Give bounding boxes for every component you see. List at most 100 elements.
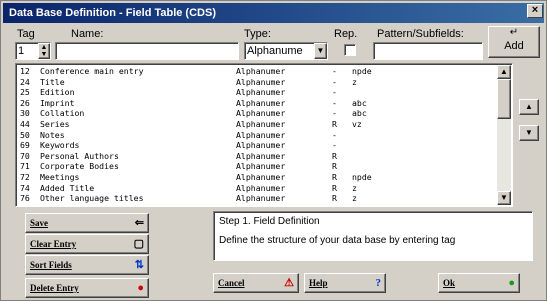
- tag-spinner[interactable]: ▲ ▼: [38, 43, 50, 59]
- table-row[interactable]: 24 Title Alphanumer - z: [18, 76, 496, 87]
- delete-icon: ●: [137, 282, 144, 294]
- list-scrollbar[interactable]: ▲ ▼: [497, 65, 511, 205]
- row-pattern: z: [352, 193, 357, 204]
- row-name: Corporate Bodies: [40, 161, 119, 172]
- row-tag: 24: [20, 76, 30, 87]
- row-rep: -: [332, 140, 337, 151]
- row-name: Personal Authors: [40, 150, 119, 161]
- page-icon: ▢: [133, 238, 144, 250]
- fields-list[interactable]: 12 Conference main entry Alphanumer - npde 24…: [15, 63, 513, 207]
- row-tag: 26: [20, 97, 30, 108]
- row-type: Alphanumer: [236, 66, 286, 76]
- ok-label: Ok: [443, 278, 456, 288]
- row-tag: 12: [20, 66, 30, 76]
- row-type: Alphanumer: [236, 161, 286, 172]
- save-button[interactable]: Save ⇐: [25, 213, 149, 233]
- row-type: Alphanumer: [236, 193, 286, 204]
- add-button[interactable]: ↵ Add: [488, 26, 540, 58]
- row-pattern: z: [352, 182, 357, 193]
- table-row[interactable]: 71 Corporate Bodies Alphanumer R: [18, 162, 496, 171]
- close-icon[interactable]: ×: [527, 4, 543, 18]
- warning-icon: ⚠: [284, 277, 294, 289]
- table-row[interactable]: 50 Notes Alphanumer -: [18, 129, 496, 140]
- ok-button[interactable]: Ok ●: [438, 273, 520, 293]
- move-down-button[interactable]: ▼: [519, 125, 539, 141]
- name-input[interactable]: [55, 42, 239, 60]
- table-row[interactable]: 72 Meetings Alphanumer Rnpde: [18, 173, 496, 182]
- row-name: Notes: [40, 129, 65, 140]
- table-row[interactable]: 30 Collation Alphanumer - abc: [18, 109, 496, 118]
- table-row[interactable]: 44 Series Alphanumer Rvz: [18, 120, 496, 129]
- tag-label: Tag: [17, 28, 35, 40]
- row-pattern: vz: [352, 119, 362, 129]
- clear-entry-button[interactable]: Clear Entry ▢: [25, 234, 149, 254]
- row-tag: 50: [20, 129, 30, 140]
- rep-checkbox[interactable]: [344, 44, 356, 56]
- help-label: Help: [309, 278, 328, 288]
- chevron-down-icon[interactable]: ▼: [314, 43, 327, 59]
- row-tag: 25: [20, 87, 30, 98]
- move-up-button[interactable]: ▲: [519, 99, 539, 115]
- pattern-label: Pattern/Subfields:: [377, 28, 464, 40]
- type-select-value: Alphanume: [247, 45, 303, 57]
- type-select[interactable]: Alphanume ▼: [244, 42, 328, 60]
- table-row[interactable]: 26 Imprint Alphanumer - abc: [18, 97, 496, 108]
- delete-entry-label: Delete Entry: [30, 283, 79, 293]
- row-rep: -: [332, 97, 337, 108]
- row-rep: -: [332, 87, 337, 98]
- row-rep: -: [332, 108, 337, 119]
- row-type: Alphanumer: [236, 87, 286, 98]
- sort-icon: ⇅: [134, 259, 144, 271]
- sort-fields-button[interactable]: Sort Fields ⇅: [25, 255, 149, 275]
- scroll-thumb[interactable]: [497, 79, 511, 119]
- tag-input[interactable]: 1 ▲ ▼: [15, 42, 51, 60]
- row-tag: 69: [20, 140, 30, 151]
- table-row[interactable]: 69 Keywords Alphanumer -: [18, 141, 496, 150]
- scroll-up-icon[interactable]: ▲: [497, 65, 511, 79]
- sort-fields-label: Sort Fields: [30, 260, 72, 270]
- cancel-label: Cancel: [218, 278, 245, 288]
- row-name: Keywords: [40, 140, 80, 151]
- question-icon: ?: [375, 277, 382, 289]
- enter-arrow-icon: ↵: [509, 27, 519, 38]
- rep-label: Rep.: [334, 28, 358, 40]
- table-row[interactable]: 12 Conference main entry Alphanumer - npde: [18, 67, 496, 76]
- delete-entry-button[interactable]: Delete Entry ●: [25, 278, 149, 298]
- row-pattern: abc: [352, 97, 367, 108]
- row-tag: 44: [20, 119, 30, 129]
- table-row[interactable]: 25 Edition Alphanumer -: [18, 88, 496, 97]
- row-tag: 72: [20, 172, 30, 182]
- row-name: Added Title: [40, 182, 95, 193]
- ok-arrow-icon: ●: [508, 277, 515, 289]
- row-name: Meetings: [40, 172, 80, 182]
- row-pattern: npde: [352, 66, 372, 76]
- row-type: Alphanumer: [236, 108, 286, 119]
- row-rep: R: [332, 150, 337, 161]
- row-name: Series: [40, 119, 70, 129]
- table-row[interactable]: 70 Personal Authors Alphanumer R: [18, 150, 496, 161]
- save-arrow-icon: ⇐: [134, 217, 144, 229]
- row-type: Alphanumer: [236, 129, 286, 140]
- row-rep: -: [332, 76, 337, 87]
- row-rep: -: [332, 66, 337, 76]
- row-pattern: z: [352, 76, 357, 87]
- cancel-button[interactable]: Cancel ⚠: [213, 273, 299, 293]
- scroll-down-icon[interactable]: ▼: [497, 191, 511, 205]
- clear-entry-label: Clear Entry: [30, 239, 77, 249]
- row-rep: R: [332, 161, 337, 172]
- save-button-label: Save: [30, 218, 48, 228]
- row-pattern: npde: [352, 172, 372, 182]
- step-title: Step 1. Field Definition: [219, 216, 320, 227]
- row-name: Conference main entry: [40, 66, 144, 76]
- pattern-input[interactable]: [373, 42, 483, 60]
- row-rep: R: [332, 193, 337, 204]
- row-type: Alphanumer: [236, 119, 286, 129]
- row-type: Alphanumer: [236, 97, 286, 108]
- row-type: Alphanumer: [236, 150, 286, 161]
- table-row[interactable]: 74 Added Title Alphanumer Rz: [18, 182, 496, 193]
- help-button[interactable]: Help ?: [304, 273, 386, 293]
- row-name: Edition: [40, 87, 75, 98]
- row-name: Imprint: [40, 97, 75, 108]
- table-row[interactable]: 76 Other language titles Alphanumer Rz: [18, 194, 496, 203]
- row-name: Other language titles: [40, 193, 144, 204]
